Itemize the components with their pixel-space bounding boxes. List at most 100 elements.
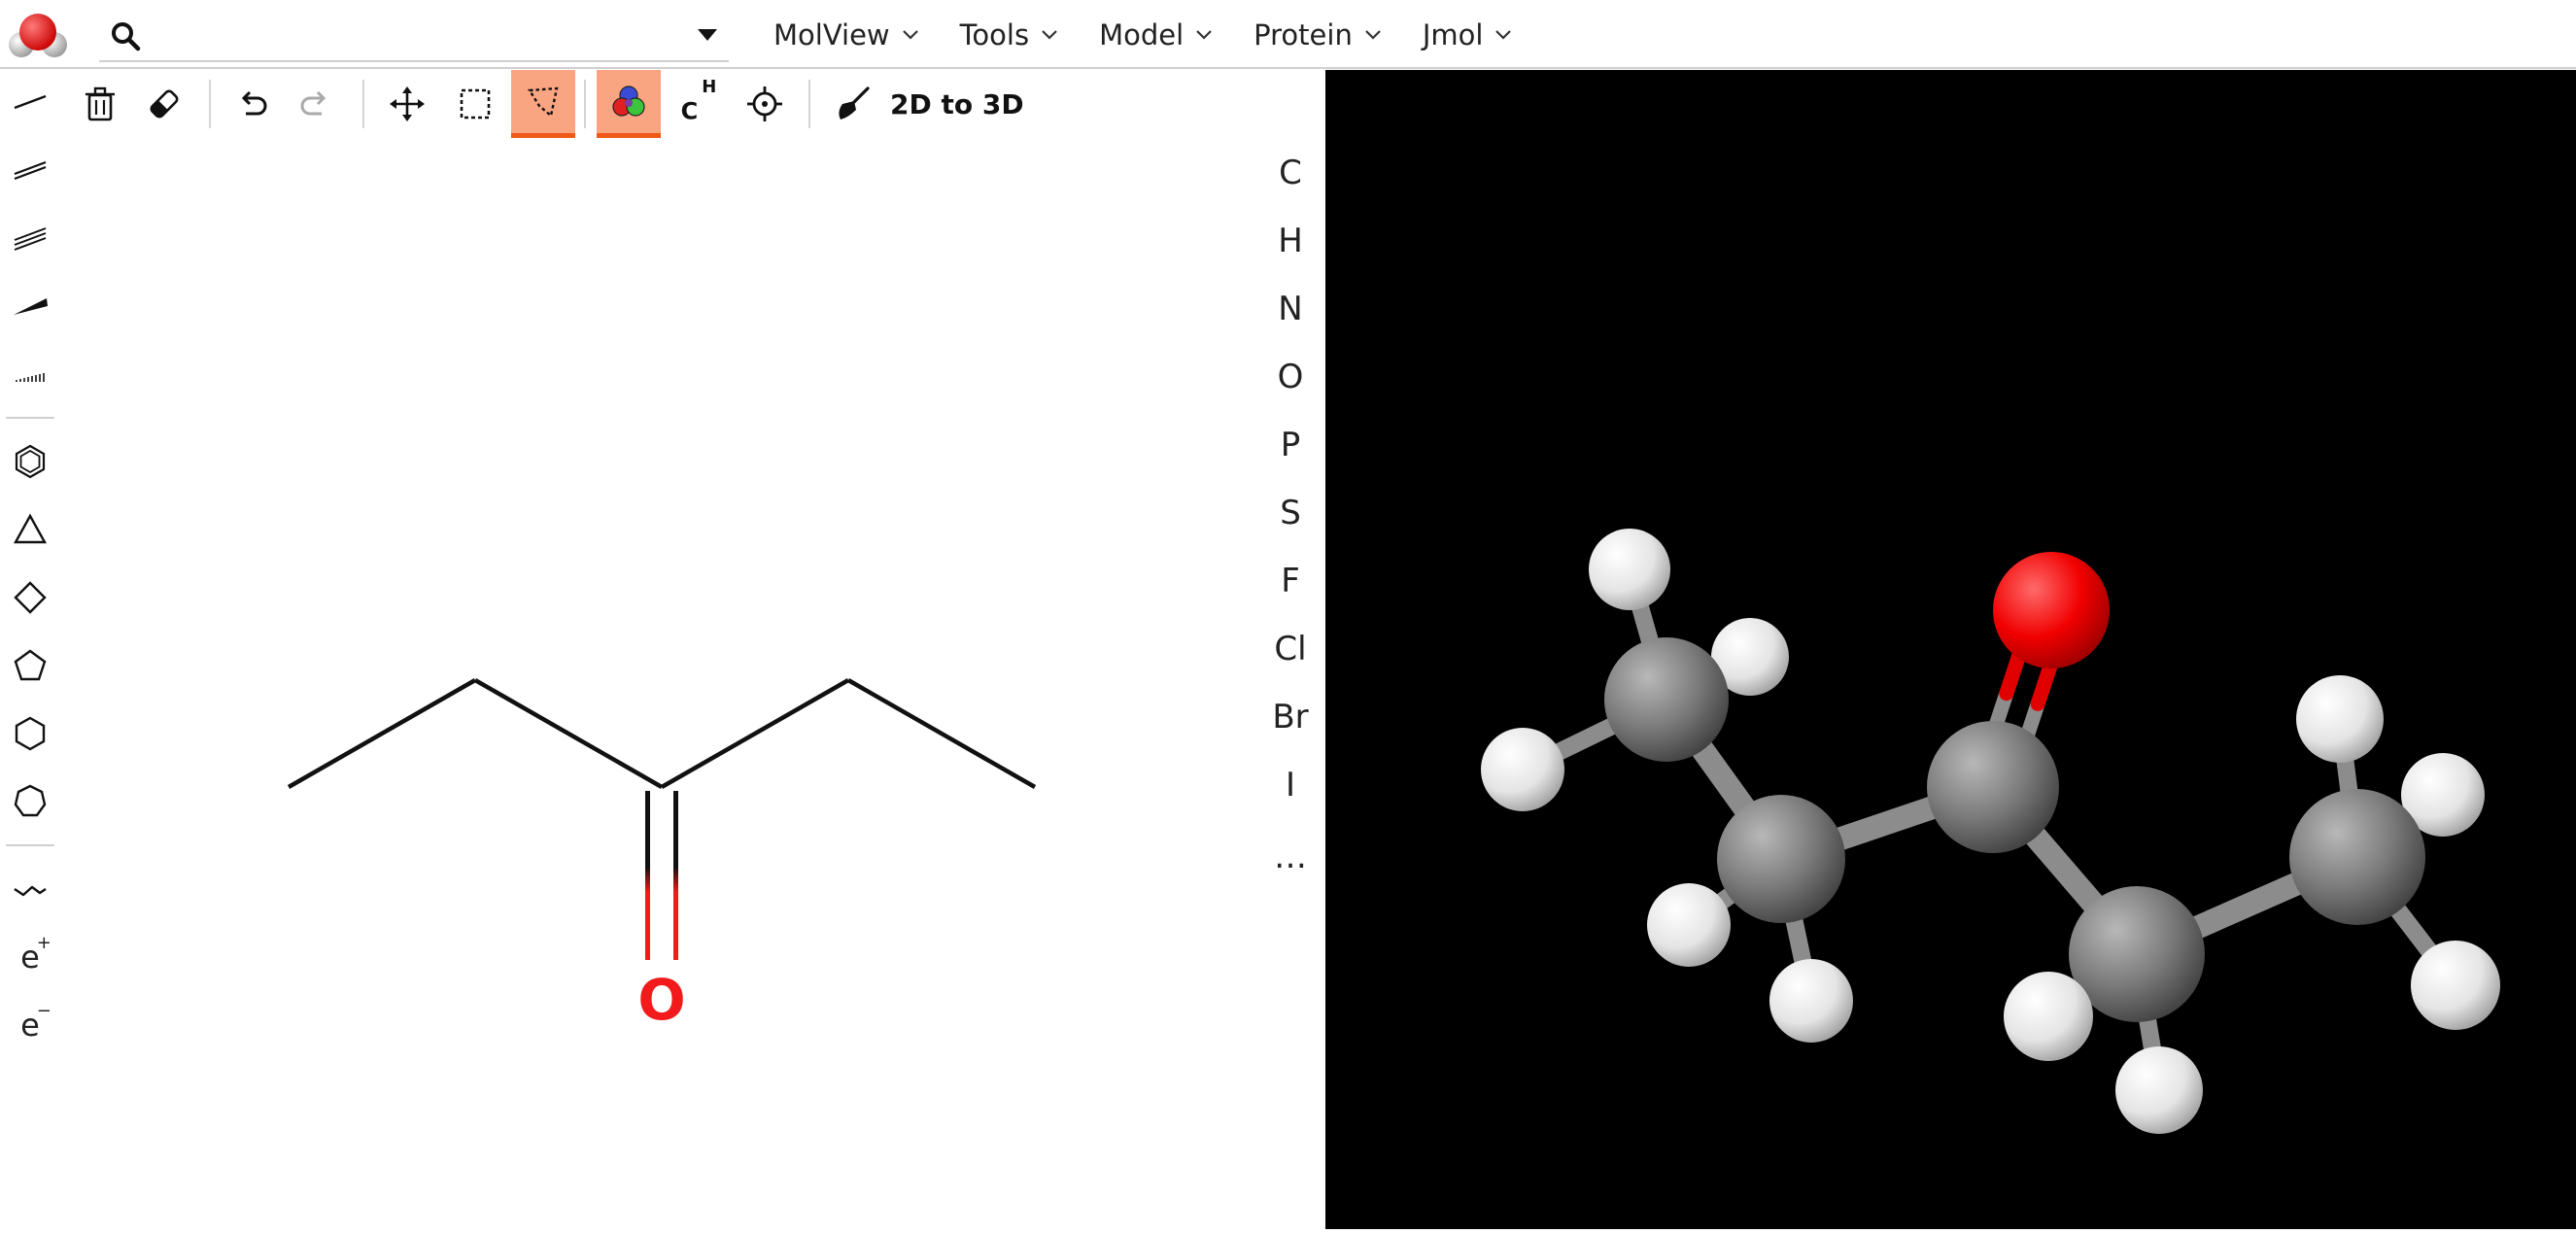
element-p[interactable]: P [1254,416,1327,474]
label-sup: H [702,76,717,97]
hash-bond-button[interactable] [6,350,54,398]
element-br[interactable]: Br [1254,688,1327,746]
toolbar-divider [6,417,54,419]
toolbar-divider [808,80,810,128]
element-more[interactable]: … [1254,828,1327,886]
cyclobutane-button[interactable] [6,573,54,622]
element-n[interactable]: N [1254,280,1327,338]
rect-select-button[interactable] [443,70,507,138]
broom-icon [839,86,870,120]
oxygen-atom-label[interactable]: O [637,967,685,1033]
cyclopentane-button[interactable] [6,641,54,690]
hydrogen-toggle-button[interactable]: CH [665,70,729,138]
menu-protein[interactable]: Protein [1238,0,1397,69]
clear-button[interactable] [68,70,132,138]
search-icon[interactable] [109,19,142,52]
2d-to-3d-button[interactable]: 2D to 3D [890,70,1024,138]
move-icon [390,86,425,121]
positive-charge-button[interactable]: e + [6,933,54,981]
color-mode-icon [612,85,645,117]
cyclopropane-button[interactable] [6,505,54,554]
element-cl[interactable]: Cl [1254,620,1327,678]
negative-charge-button[interactable]: e − [6,1001,54,1049]
search-input[interactable] [157,14,667,58]
hydrogen-atom[interactable] [1647,883,1731,967]
square-ring-icon [14,581,47,614]
menu-label: Protein [1254,17,1353,51]
chevron-down-icon [1196,29,1212,40]
label-base: C [680,97,699,125]
carbon-atom[interactable] [1717,795,1845,923]
benzene-button[interactable] [6,437,54,486]
triple-bond-icon [14,227,47,251]
bond[interactable] [287,678,477,789]
element-f[interactable]: F [1254,552,1327,610]
bond[interactable] [660,678,850,789]
menu-model[interactable]: Model [1083,0,1228,69]
element-h[interactable]: H [1254,212,1327,270]
chevron-down-icon [1495,29,1512,40]
menu-label: Tools [959,17,1030,51]
bond[interactable] [473,678,664,789]
chain-icon [14,885,47,897]
molview-logo-icon[interactable] [8,8,68,60]
hydrogen-atom[interactable] [1481,728,1564,811]
bond[interactable] [846,678,1037,789]
cyclohexane-button[interactable] [6,709,54,758]
convert-label: 2D to 3D [890,87,1024,120]
hydrogen-atom[interactable] [2296,675,2384,763]
menu-tools[interactable]: Tools [945,0,1074,69]
redo-button[interactable] [284,70,348,138]
eraser-icon [150,89,179,119]
left-toolbar: e + e − [0,70,60,1139]
menu-molview[interactable]: MolView [758,0,935,69]
carbon-atom[interactable] [2289,789,2425,925]
color-mode-button[interactable] [597,70,661,138]
toolbar-divider [209,80,211,128]
cycloheptane-button[interactable] [6,777,54,826]
lasso-select-icon [527,86,559,118]
wedge-bond-button[interactable] [6,282,54,330]
hexagon-ring-icon [15,716,46,751]
center-button[interactable] [733,70,797,138]
triple-bond-button[interactable] [6,214,54,262]
center-icon [747,86,782,121]
sketch-canvas[interactable]: O [68,138,1244,1229]
eraser-button[interactable] [132,70,196,138]
carbonyl-double-bond[interactable] [645,791,678,960]
double-bond-button[interactable] [6,146,54,194]
menu-jmol[interactable]: Jmol [1407,0,1528,69]
undo-icon [241,90,267,116]
chain-button[interactable] [6,865,54,913]
hydrogen-atom[interactable] [1589,529,1670,610]
rect-select-icon [460,88,491,120]
3d-model-view[interactable] [1325,70,2576,1229]
lasso-select-button[interactable] [511,70,575,138]
carbon-atom[interactable] [1604,637,1729,762]
hydrogen-atom[interactable] [1769,959,1853,1043]
benzene-icon [15,444,46,479]
move-button[interactable] [375,70,439,138]
hydrogen-atom[interactable] [2411,941,2500,1030]
chevron-down-icon [1365,29,1381,40]
chain-label: CH [680,77,717,126]
redo-icon [300,90,326,116]
charge-sign: − [36,1001,52,1021]
menubar: MolView Tools Model Protein Jmol [0,0,2576,69]
chevron-down-icon[interactable] [696,27,719,43]
element-i[interactable]: I [1254,756,1327,814]
element-s[interactable]: S [1254,484,1327,542]
hydrogen-atom[interactable] [2115,1046,2203,1134]
oxygen-atom[interactable] [1993,552,2110,668]
element-c[interactable]: C [1254,144,1327,202]
element-o[interactable]: O [1254,348,1327,406]
single-bond-button[interactable] [6,78,54,126]
menu-label: Model [1099,17,1185,51]
double-bond-icon [14,160,47,181]
charge-sign: + [36,933,52,953]
hydrogen-atom[interactable] [2004,972,2093,1061]
single-bond-icon [14,94,47,110]
undo-button[interactable] [220,70,284,138]
clean-button[interactable] [820,70,884,138]
carbon-atom[interactable] [1927,721,2059,853]
